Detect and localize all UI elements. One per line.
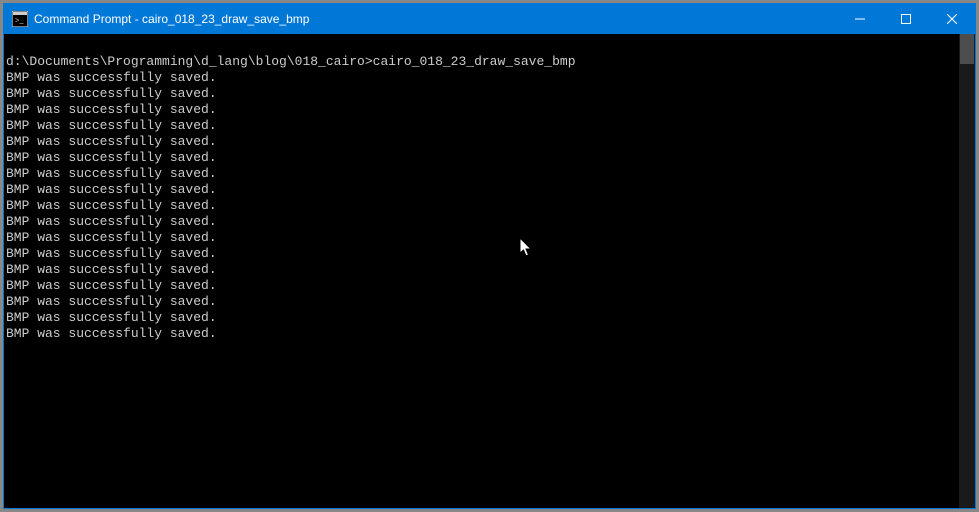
output-line: BMP was successfully saved. bbox=[6, 102, 959, 118]
window-controls bbox=[837, 4, 975, 34]
scrollbar-thumb[interactable] bbox=[960, 34, 974, 64]
output-line bbox=[6, 38, 959, 54]
output-line: BMP was successfully saved. bbox=[6, 134, 959, 150]
output-line: BMP was successfully saved. bbox=[6, 214, 959, 230]
output-line: BMP was successfully saved. bbox=[6, 230, 959, 246]
output-line: BMP was successfully saved. bbox=[6, 278, 959, 294]
output-line: BMP was successfully saved. bbox=[6, 86, 959, 102]
cmd-icon: >_ bbox=[12, 11, 28, 27]
output-line: BMP was successfully saved. bbox=[6, 166, 959, 182]
output-line: BMP was successfully saved. bbox=[6, 150, 959, 166]
output-line: BMP was successfully saved. bbox=[6, 310, 959, 326]
prompt-line: d:\Documents\Programming\d_lang\blog\018… bbox=[6, 54, 959, 70]
output-line: BMP was successfully saved. bbox=[6, 198, 959, 214]
output-line: BMP was successfully saved. bbox=[6, 246, 959, 262]
window-title: Command Prompt - cairo_018_23_draw_save_… bbox=[34, 12, 309, 26]
maximize-button[interactable] bbox=[883, 4, 929, 34]
output-line: BMP was successfully saved. bbox=[6, 294, 959, 310]
output-line: BMP was successfully saved. bbox=[6, 70, 959, 86]
output-line: BMP was successfully saved. bbox=[6, 326, 959, 342]
terminal-output[interactable]: d:\Documents\Programming\d_lang\blog\018… bbox=[4, 34, 959, 508]
scrollbar[interactable] bbox=[959, 34, 975, 508]
command-prompt-window: >_ Command Prompt - cairo_018_23_draw_sa… bbox=[3, 3, 976, 509]
output-line: BMP was successfully saved. bbox=[6, 118, 959, 134]
output-line: BMP was successfully saved. bbox=[6, 182, 959, 198]
titlebar[interactable]: >_ Command Prompt - cairo_018_23_draw_sa… bbox=[4, 4, 975, 34]
terminal-area: d:\Documents\Programming\d_lang\blog\018… bbox=[4, 34, 975, 508]
output-line: BMP was successfully saved. bbox=[6, 262, 959, 278]
svg-text:>_: >_ bbox=[15, 16, 25, 25]
minimize-button[interactable] bbox=[837, 4, 883, 34]
close-button[interactable] bbox=[929, 4, 975, 34]
